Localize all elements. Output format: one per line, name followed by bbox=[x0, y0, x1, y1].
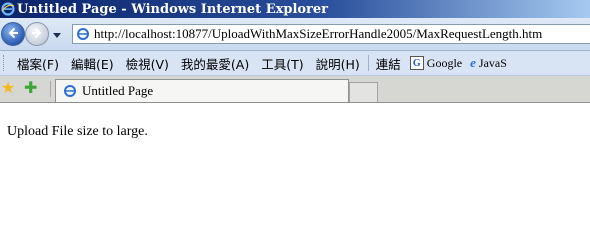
menu-file[interactable]: 檔案(F) bbox=[11, 54, 65, 73]
menu-tools[interactable]: 工具(T) bbox=[255, 54, 309, 73]
address-url: http://localhost:10877/UploadWithMaxSize… bbox=[94, 26, 543, 41]
link-google-label: Google bbox=[426, 55, 463, 70]
address-input[interactable]: http://localhost:10877/UploadWithMaxSize… bbox=[72, 24, 590, 44]
tab-untitled-page[interactable]: Untitled Page bbox=[55, 79, 349, 102]
page-content: Upload File size to large. bbox=[0, 103, 590, 240]
ie-page-icon: e bbox=[470, 55, 476, 70]
forward-arrow-icon bbox=[31, 27, 43, 42]
menu-favorites[interactable]: 我的最愛(A) bbox=[175, 54, 255, 73]
add-to-favorites-icon[interactable]: ✚ bbox=[24, 79, 37, 97]
tab-divider bbox=[50, 81, 51, 97]
tab-label: Untitled Page bbox=[82, 83, 154, 98]
internet-explorer-icon bbox=[1, 2, 15, 16]
new-tab-button[interactable] bbox=[349, 82, 378, 102]
google-icon: G bbox=[409, 56, 424, 70]
toolbar-grip[interactable] bbox=[3, 55, 7, 71]
window-title: Untitled Page - Windows Internet Explore… bbox=[17, 1, 329, 17]
back-arrow-icon bbox=[7, 27, 19, 42]
menu-view[interactable]: 檢視(V) bbox=[120, 54, 175, 73]
tab-bar: ★ ✚ Untitled Page bbox=[0, 76, 590, 103]
link-javascript-label: JavaS bbox=[478, 55, 507, 70]
menu-help[interactable]: 說明(H) bbox=[310, 54, 366, 73]
link-javascript[interactable]: e JavaS bbox=[466, 55, 511, 71]
window-title-bar: Untitled Page - Windows Internet Explore… bbox=[0, 0, 590, 18]
error-message: Upload File size to large. bbox=[7, 124, 148, 139]
ie-page-icon bbox=[76, 27, 90, 41]
address-toolbar: http://localhost:10877/UploadWithMaxSize… bbox=[0, 18, 590, 51]
back-button[interactable] bbox=[1, 22, 25, 46]
forward-button[interactable] bbox=[25, 22, 49, 46]
recent-pages-dropdown[interactable] bbox=[52, 30, 62, 40]
menu-divider bbox=[367, 55, 369, 71]
menu-bar: 檔案(F) 編輯(E) 檢視(V) 我的最愛(A) 工具(T) 說明(H) 連結… bbox=[0, 51, 590, 76]
favorites-star-icon[interactable]: ★ bbox=[1, 79, 15, 97]
links-label[interactable]: 連結 bbox=[373, 54, 406, 73]
menu-edit[interactable]: 編輯(E) bbox=[65, 54, 120, 73]
ie-page-icon bbox=[62, 83, 78, 99]
chevron-down-icon bbox=[53, 32, 61, 38]
link-google[interactable]: G Google bbox=[406, 56, 466, 71]
